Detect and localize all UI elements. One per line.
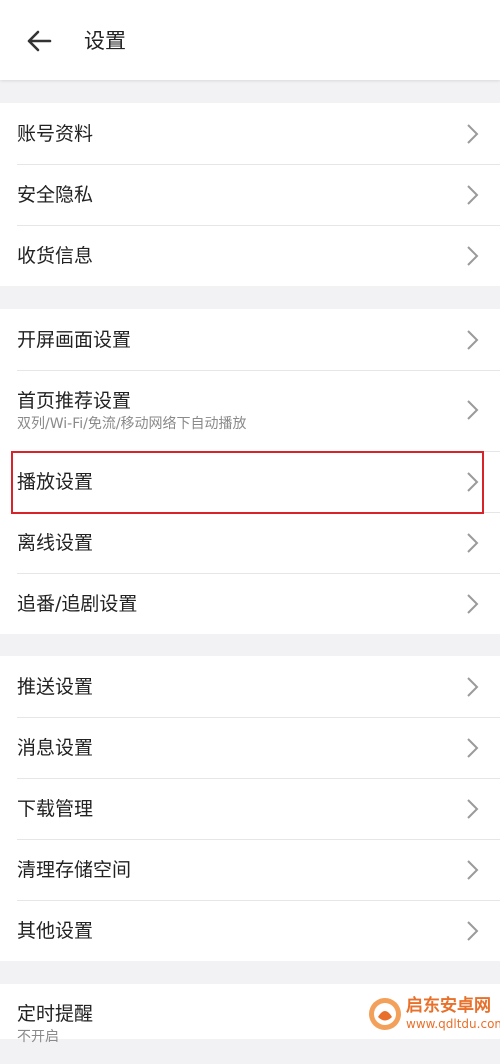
chevron-right-icon [467, 738, 479, 758]
settings-item-splash-screen[interactable]: 开屏画面设置 [0, 309, 500, 370]
chevron-right-icon [467, 677, 479, 697]
settings-item-downloads[interactable]: 下载管理 [0, 778, 500, 839]
settings-item-offline[interactable]: 离线设置 [0, 512, 500, 573]
settings-item-label: 清理存储空间 [17, 859, 132, 881]
chevron-right-icon [467, 400, 479, 420]
settings-item-label: 开屏画面设置 [17, 329, 132, 351]
chevron-right-icon [467, 799, 479, 819]
chevron-right-icon [467, 246, 479, 266]
back-arrow-icon[interactable] [24, 26, 54, 56]
settings-item-other[interactable]: 其他设置 [0, 900, 500, 961]
settings-item-label: 追番/追剧设置 [17, 593, 138, 615]
settings-item-label: 播放设置 [17, 471, 94, 493]
settings-item-subtitle: 不开启 [17, 1029, 59, 1045]
settings-item-label: 下载管理 [17, 798, 94, 820]
chevron-right-icon [467, 533, 479, 553]
settings-item-security-privacy[interactable]: 安全隐私 [0, 164, 500, 225]
settings-item-label: 消息设置 [17, 737, 94, 759]
settings-item-label: 账号资料 [17, 123, 94, 145]
settings-item-label: 首页推荐设置 [17, 390, 132, 412]
watermark-url: www.qdltdu.com [406, 1017, 500, 1031]
settings-item-subtitle: 双列/Wi-Fi/免流/移动网络下自动播放 [17, 416, 247, 432]
settings-item-follow-series[interactable]: 追番/追剧设置 [0, 573, 500, 634]
chevron-right-icon [467, 594, 479, 614]
settings-item-label: 收货信息 [17, 245, 94, 267]
settings-item-label: 安全隐私 [17, 184, 94, 206]
chevron-right-icon [467, 185, 479, 205]
settings-item-label: 定时提醒 [17, 1003, 94, 1025]
watermark: 启东安卓网 www.qdltdu.com [368, 995, 500, 1035]
settings-item-label: 离线设置 [17, 532, 94, 554]
settings-item-label: 其他设置 [17, 920, 94, 942]
chevron-right-icon [467, 472, 479, 492]
settings-item-playback[interactable]: 播放设置 [0, 451, 500, 512]
settings-item-shipping-info[interactable]: 收货信息 [0, 225, 500, 286]
page-title: 设置 [84, 29, 126, 53]
settings-item-push[interactable]: 推送设置 [0, 656, 500, 717]
app-header: 设置 [0, 0, 500, 80]
chevron-right-icon [467, 921, 479, 941]
settings-item-clear-storage[interactable]: 清理存储空间 [0, 839, 500, 900]
settings-group-account: 账号资料 安全隐私 收货信息 [0, 103, 500, 286]
settings-item-account-profile[interactable]: 账号资料 [0, 103, 500, 164]
watermark-logo-icon [369, 998, 401, 1030]
settings-item-home-recommend[interactable]: 首页推荐设置 双列/Wi-Fi/免流/移动网络下自动播放 [0, 370, 500, 451]
watermark-name: 启东安卓网 [406, 996, 491, 1016]
settings-group-playback: 开屏画面设置 首页推荐设置 双列/Wi-Fi/免流/移动网络下自动播放 播放设置… [0, 309, 500, 634]
chevron-right-icon [467, 860, 479, 880]
chevron-right-icon [467, 124, 479, 144]
settings-item-label: 推送设置 [17, 676, 94, 698]
settings-item-messages[interactable]: 消息设置 [0, 717, 500, 778]
settings-group-general: 推送设置 消息设置 下载管理 清理存储空间 其他设置 [0, 656, 500, 961]
chevron-right-icon [467, 330, 479, 350]
